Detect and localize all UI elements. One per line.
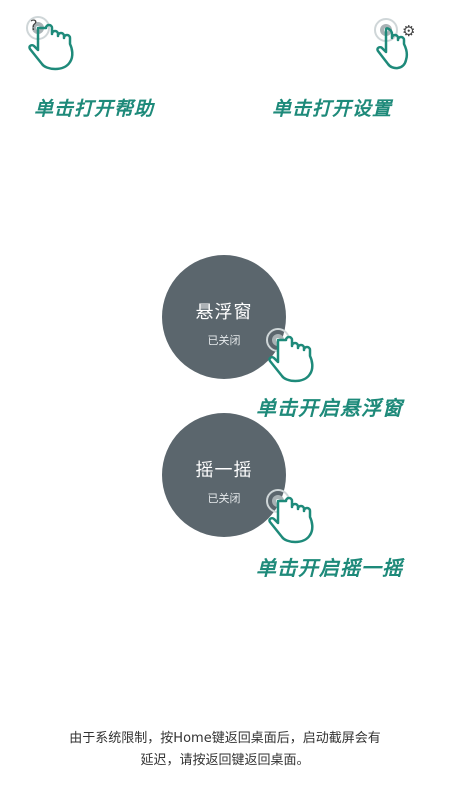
help-icon: ? [30, 18, 38, 34]
help-hint: 单击打开帮助 [34, 98, 155, 120]
tap-hand-icon [266, 328, 314, 383]
shake-hint: 单击开启摇一摇 [256, 556, 403, 580]
help-button[interactable]: ? [24, 12, 94, 82]
shake-title: 摇一摇 [195, 460, 253, 481]
footer-line-2: 延迟，请按返回键返回桌面。 [140, 753, 310, 768]
footer-note: 由于系统限制，按Home键返回桌面后，启动截屏会有 延迟，请按返回键返回桌面。 [20, 728, 430, 772]
settings-hint: 单击打开设置 [272, 98, 393, 120]
floating-window-title: 悬浮窗 [195, 302, 253, 323]
tap-hand-icon [266, 489, 314, 544]
floating-window-hint: 单击开启悬浮窗 [256, 396, 403, 420]
tap-hand-icon [374, 18, 409, 70]
settings-button[interactable]: ⚙ [346, 12, 416, 82]
footer-line-1: 由于系统限制，按Home键返回桌面后，启动截屏会有 [69, 731, 381, 746]
main-page: ? 单击打开帮助 ⚙ 单击打开设置 悬浮窗 已关闭 单击开启悬浮窗 摇一摇 已关… [0, 0, 450, 800]
settings-icon: ⚙ [402, 22, 416, 40]
